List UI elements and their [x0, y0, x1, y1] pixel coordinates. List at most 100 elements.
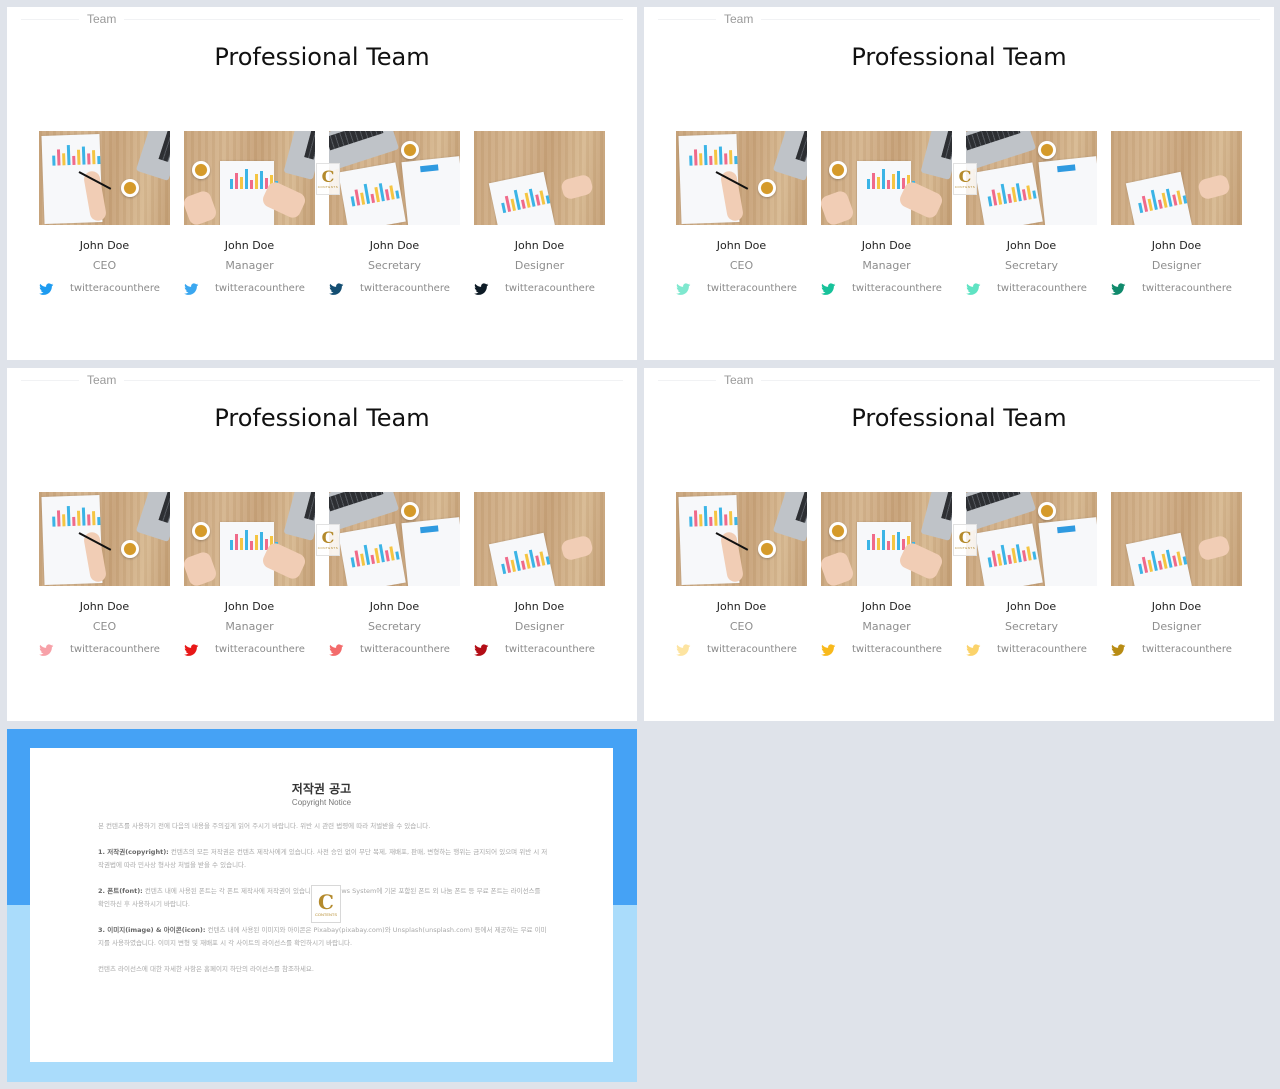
twitter-handle[interactable]: twitteracounthere: [215, 283, 305, 294]
member-card: John Doe Secretary twitteracounthere: [966, 131, 1097, 295]
twitter-icon[interactable]: [39, 282, 54, 295]
twitter-icon[interactable]: [966, 282, 981, 295]
chart-bar-graphic: [240, 177, 243, 189]
twitter-icon[interactable]: [966, 643, 981, 656]
twitter-bird-glyph: [821, 283, 836, 295]
chart-bar-graphic: [245, 530, 248, 550]
twitter-handle[interactable]: twitteracounthere: [852, 283, 942, 294]
twitter-bird-glyph: [329, 283, 344, 295]
member-name: John Doe: [716, 239, 767, 252]
twitter-icon[interactable]: [821, 643, 836, 656]
twitter-icon[interactable]: [1111, 643, 1126, 656]
member-role: CEO: [729, 620, 754, 633]
twitter-icon[interactable]: [329, 282, 344, 295]
member-card: John Doe CEO twitteracounthere: [676, 131, 807, 295]
twitter-icon[interactable]: [1111, 282, 1126, 295]
chart-bar-graphic: [230, 179, 233, 189]
paper-graphic: [975, 523, 1043, 586]
chart-bar-graphic: [997, 553, 1003, 566]
twitter-link[interactable]: twitteracounthere: [966, 643, 1097, 656]
twitter-link[interactable]: twitteracounthere: [474, 643, 605, 656]
twitter-handle[interactable]: twitteracounthere: [360, 283, 450, 294]
twitter-icon[interactable]: [821, 282, 836, 295]
chart-bar-graphic: [1176, 551, 1183, 566]
chart-bar-graphic: [56, 149, 61, 166]
twitter-handle[interactable]: twitteracounthere: [707, 644, 797, 655]
member-photo: [821, 492, 952, 586]
twitter-handle[interactable]: twitteracounthere: [505, 283, 595, 294]
twitter-link[interactable]: twitteracounthere: [1111, 643, 1242, 656]
twitter-handle[interactable]: twitteracounthere: [1142, 283, 1232, 294]
chart-bar-graphic: [539, 190, 546, 205]
twitter-link[interactable]: twitteracounthere: [329, 282, 460, 295]
team-slide-2[interactable]: Team Professional Team John Doe CEO twit…: [644, 7, 1274, 360]
coffee-cup-graphic: [1038, 502, 1056, 520]
watermark-text: CONTENTS: [954, 546, 976, 550]
twitter-link[interactable]: twitteracounthere: [966, 282, 1097, 295]
twitter-handle[interactable]: twitteracounthere: [1142, 644, 1232, 655]
chart-bar-graphic: [877, 538, 880, 550]
twitter-link[interactable]: twitteracounthere: [39, 643, 170, 656]
twitter-handle[interactable]: twitteracounthere: [505, 644, 595, 655]
watermark-letter: C: [958, 528, 972, 547]
team-slide-3[interactable]: Team Professional Team John Doe CEO twit…: [7, 368, 637, 721]
chart-bar-graphic: [1138, 563, 1144, 575]
twitter-link[interactable]: twitteracounthere: [676, 643, 807, 656]
twitter-handle[interactable]: twitteracounthere: [852, 644, 942, 655]
twitter-icon[interactable]: [474, 643, 489, 656]
chart-bar-graphic: [260, 532, 263, 550]
twitter-handle[interactable]: twitteracounthere: [70, 283, 160, 294]
twitter-icon[interactable]: [184, 643, 199, 656]
copyright-slide[interactable]: 저작권 공고 Copyright Notice 본 컨텐츠를 사용하기 전에 다…: [7, 729, 637, 1082]
chart-bar-graphic: [260, 171, 263, 189]
chart-bar-graphic: [713, 510, 718, 526]
twitter-handle[interactable]: twitteracounthere: [997, 283, 1087, 294]
twitter-icon[interactable]: [676, 282, 691, 295]
member-role: Secretary: [368, 620, 421, 633]
twitter-link[interactable]: twitteracounthere: [1111, 282, 1242, 295]
chart-graphic: [52, 503, 101, 527]
member-role: Manager: [225, 620, 274, 633]
chart-bar-graphic: [66, 145, 71, 166]
member-photo: [329, 492, 460, 586]
chart-bar-graphic: [1138, 202, 1144, 214]
chart-bar-graphic: [1157, 199, 1163, 209]
twitter-handle[interactable]: twitteracounthere: [360, 644, 450, 655]
twitter-link[interactable]: twitteracounthere: [821, 282, 952, 295]
member-card: John Doe Manager twitteracounthere: [821, 131, 952, 295]
chart-bar-graphic: [52, 155, 56, 166]
member-name: John Doe: [369, 600, 420, 613]
twitter-link[interactable]: twitteracounthere: [474, 282, 605, 295]
twitter-handle[interactable]: twitteracounthere: [215, 644, 305, 655]
twitter-link[interactable]: twitteracounthere: [184, 643, 315, 656]
team-slide-4[interactable]: Team Professional Team John Doe CEO twit…: [644, 368, 1274, 721]
twitter-link[interactable]: twitteracounthere: [184, 282, 315, 295]
twitter-icon[interactable]: [676, 643, 691, 656]
chart-bar-graphic: [360, 553, 366, 566]
twitter-icon[interactable]: [184, 282, 199, 295]
twitter-icon[interactable]: [474, 282, 489, 295]
chart-graphic: [689, 503, 738, 527]
chart-bar-graphic: [378, 183, 385, 202]
chart-bar-graphic: [882, 530, 885, 550]
chart-graphic: [499, 182, 551, 214]
twitter-link[interactable]: twitteracounthere: [676, 282, 807, 295]
twitter-link[interactable]: twitteracounthere: [329, 643, 460, 656]
chart-bar-graphic: [1026, 185, 1032, 200]
twitter-handle[interactable]: twitteracounthere: [707, 283, 797, 294]
watermark-logo: C CONTENTS: [316, 524, 340, 556]
coffee-cup-graphic: [758, 179, 776, 197]
twitter-link[interactable]: twitteracounthere: [39, 282, 170, 295]
twitter-link[interactable]: twitteracounthere: [821, 643, 952, 656]
member-photo: [184, 131, 315, 225]
chart-bar-graphic: [62, 514, 66, 527]
twitter-icon[interactable]: [39, 643, 54, 656]
twitter-icon[interactable]: [329, 643, 344, 656]
chart-bar-graphic: [997, 192, 1003, 205]
twitter-handle[interactable]: twitteracounthere: [997, 644, 1087, 655]
member-role: Secretary: [1005, 620, 1058, 633]
chart-bar-graphic: [1021, 550, 1027, 562]
team-slide-1[interactable]: Team Professional Team John Doe CEO twit…: [7, 7, 637, 360]
twitter-handle[interactable]: twitteracounthere: [70, 644, 160, 655]
chart-bar-graphic: [693, 510, 698, 527]
